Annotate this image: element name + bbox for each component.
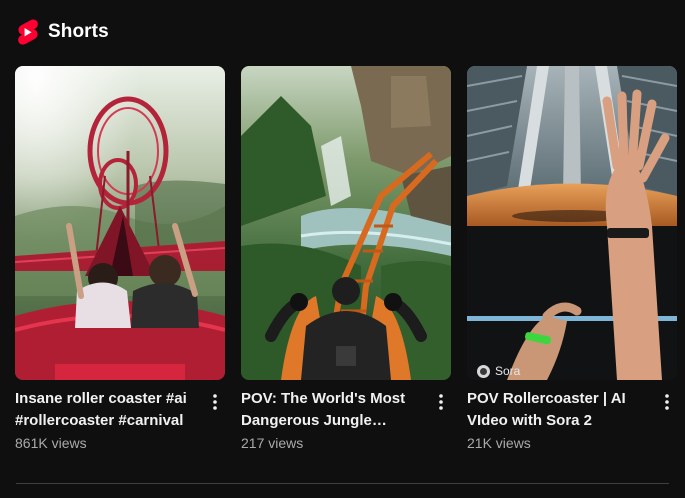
more-actions-button[interactable] xyxy=(203,390,227,414)
more-actions-button[interactable] xyxy=(655,390,679,414)
short-meta: Insane roller coaster #ai #rollercoaster… xyxy=(15,388,225,458)
more-vert-icon xyxy=(665,394,669,410)
short-views: 21K views xyxy=(467,435,531,451)
short-thumbnail[interactable] xyxy=(15,66,225,380)
short-card: Sora POV Rollercoaster | AI VIdeo with S… xyxy=(467,66,677,458)
short-title[interactable]: POV Rollercoaster | AI VIdeo with Sora 2 xyxy=(467,388,647,432)
section-title: Shorts xyxy=(48,21,109,42)
short-thumbnail[interactable] xyxy=(241,66,451,380)
section-divider xyxy=(16,483,669,484)
short-thumbnail[interactable]: Sora xyxy=(467,66,677,380)
short-meta: POV: The World's Most Dangerous Jungle R… xyxy=(241,388,451,458)
short-views: 861K views xyxy=(15,435,87,451)
short-title[interactable]: Insane roller coaster #ai #rollercoaster… xyxy=(15,388,195,432)
more-actions-button[interactable] xyxy=(429,390,453,414)
short-meta: POV Rollercoaster | AI VIdeo with Sora 2… xyxy=(467,388,677,458)
short-card: Insane roller coaster #ai #rollercoaster… xyxy=(15,66,225,458)
short-card: POV: The World's Most Dangerous Jungle R… xyxy=(241,66,451,458)
more-vert-icon xyxy=(213,394,217,410)
sora-icon xyxy=(477,364,490,378)
short-views: 217 views xyxy=(241,435,304,451)
sora-watermark-label: Sora xyxy=(495,364,521,378)
sora-watermark: Sora xyxy=(477,364,520,378)
youtube-shorts-icon xyxy=(18,19,38,45)
short-title[interactable]: POV: The World's Most Dangerous Jungle R… xyxy=(241,388,421,432)
more-vert-icon xyxy=(439,394,443,410)
shorts-section-header: Shorts xyxy=(16,18,109,46)
